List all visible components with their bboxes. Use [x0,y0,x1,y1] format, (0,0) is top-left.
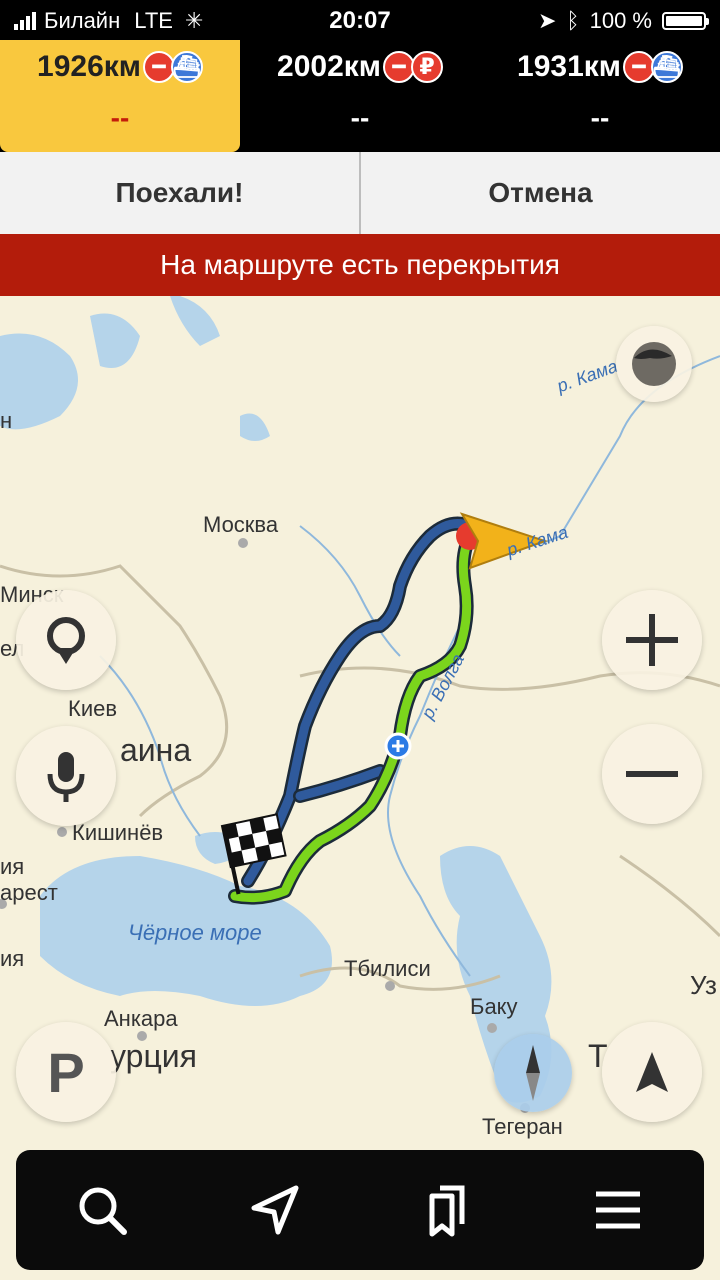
country-label-partial: Уз [690,970,717,1000]
battery-label: 100 % [589,8,652,33]
ferry-icon: ⛴ [650,51,683,83]
road-closure-alert[interactable]: На маршруте есть перекрытия [0,234,720,296]
map-view[interactable]: Москва Минск н ел Киев аина Кишинёв ия а… [0,296,720,1280]
battery-icon [662,12,709,30]
compass-icon [526,1045,540,1101]
navigation-arrow-icon [251,1185,299,1235]
route-eta: -- [350,102,370,133]
search-button[interactable] [57,1165,147,1255]
city-label-ankara: Анкара [104,1006,178,1031]
ferry-icon: ⛴ [170,51,203,83]
sea-label-black-sea: Чёрное море [128,920,262,945]
go-button[interactable]: Поехали! [0,152,359,234]
navigation-arrow-icon [636,1052,668,1092]
menu-icon [596,1191,640,1229]
route-option-2[interactable]: 2002км ━ ₽ -- [240,40,480,152]
status-right: ➤ ᛒ 100 % [537,8,709,34]
zoom-out-button[interactable] [602,724,702,824]
route-distance: 1931км [517,50,621,83]
bluetooth-icon: ᛒ [566,8,580,33]
menu-button[interactable] [573,1165,663,1255]
compass-button[interactable] [494,1034,572,1112]
map-edge-label: н [0,408,13,433]
zoom-in-button[interactable] [602,590,702,690]
map-edge-label: ия [0,854,25,879]
route-options: 1926км ━ ⛴ -- 2002км ━ ₽ -- 1931км ━ ⛴ -- [0,40,720,152]
cancel-button[interactable]: Отмена [359,152,720,234]
city-label-baku: Баку [470,994,518,1019]
city-label-tbilisi: Тбилиси [344,956,431,981]
plus-icon [626,614,678,666]
layers-button[interactable] [616,326,692,402]
minus-icon [626,771,678,777]
route-option-3[interactable]: 1931км ━ ⛴ -- [480,40,720,152]
country-label-ukraine: аина [120,732,192,768]
microphone-icon [47,752,85,802]
route-eta: -- [590,102,610,133]
map-edge-label: ия [0,946,25,971]
city-label-chisinau: Кишинёв [72,820,164,845]
parking-button[interactable]: P [16,1022,116,1122]
city-label-tehran: Тегеран [482,1114,563,1139]
bottom-toolbar [16,1150,704,1270]
location-icon: ➤ [537,8,557,33]
country-label-turkey: урция [110,1038,197,1074]
toll-icon: ₽ [410,51,443,83]
globe-icon [632,342,676,386]
search-icon [79,1187,127,1235]
parking-icon: P [47,1040,85,1104]
status-bar: Билайн LTE ✳ 20:07 ➤ ᛒ 100 % [0,0,720,40]
bookmarks-button[interactable] [401,1165,491,1255]
route-actions: Поехали! Отмена [0,152,720,234]
map-edge-label: арест [0,880,58,905]
navigation-button[interactable] [229,1165,319,1255]
voice-search-button[interactable] [16,726,116,826]
location-pin-icon [47,617,85,664]
route-distance: 2002км [277,50,381,83]
city-label-kiev: Киев [68,696,118,721]
bookmarks-icon [429,1185,465,1237]
route-eta: -- [110,102,130,133]
route-option-1[interactable]: 1926км ━ ⛴ -- [0,40,240,152]
route-distance: 1926км [37,50,141,83]
city-label-moscow: Москва [203,512,279,537]
my-location-button[interactable] [16,590,116,690]
follow-mode-button[interactable] [602,1022,702,1122]
